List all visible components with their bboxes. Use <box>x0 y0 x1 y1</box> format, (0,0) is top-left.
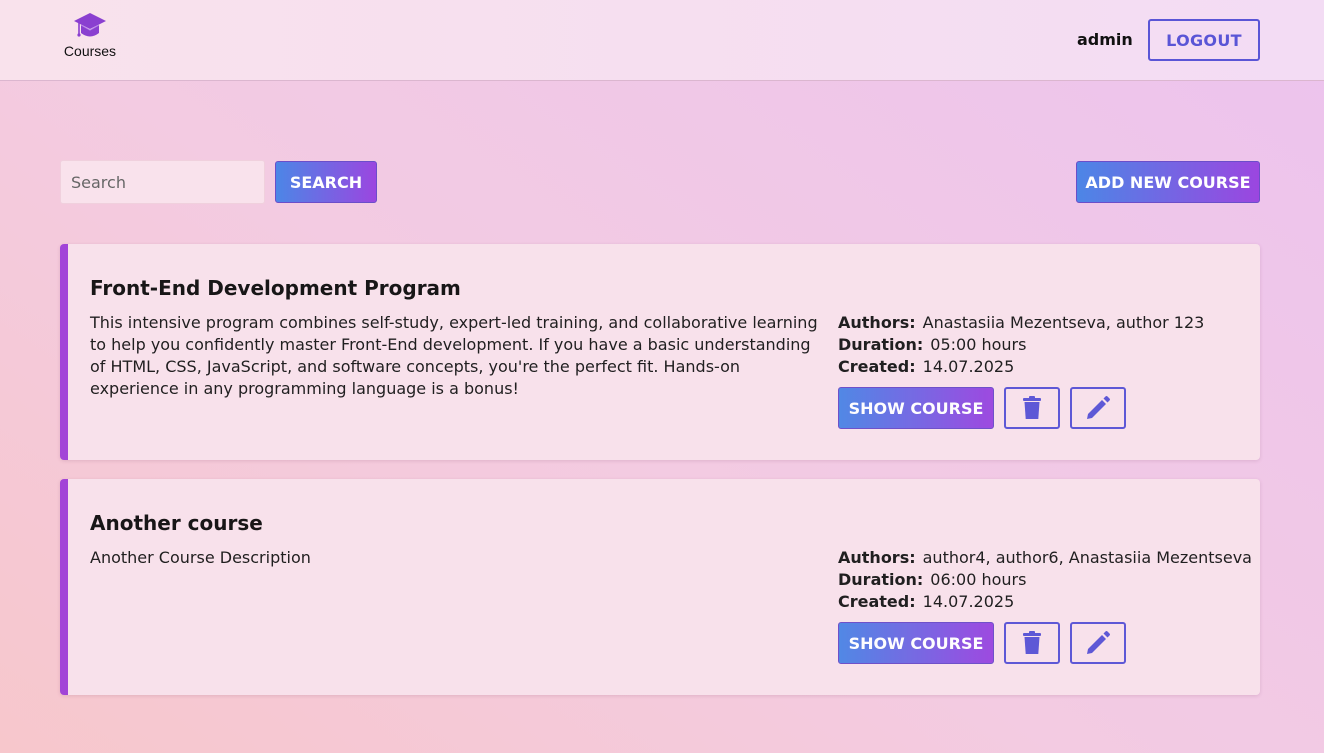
course-authors: Authors: Anastasiia Mezentseva, author 12… <box>838 312 1258 334</box>
course-description: This intensive program combines self-stu… <box>90 313 818 398</box>
authors-value: author4, author6, Anastasiia Mezentseva <box>922 548 1252 567</box>
course-created: Created: 14.07.2025 <box>838 591 1258 613</box>
delete-course-button[interactable] <box>1004 622 1060 664</box>
created-value: 14.07.2025 <box>922 357 1015 376</box>
course-description: Another Course Description <box>90 548 311 567</box>
created-value: 14.07.2025 <box>922 592 1015 611</box>
authors-label: Authors: <box>838 313 916 332</box>
logo[interactable]: Courses <box>60 12 120 64</box>
show-course-button[interactable]: SHOW COURSE <box>838 387 994 429</box>
created-label: Created: <box>838 357 916 376</box>
pencil-icon <box>1087 631 1110 654</box>
duration-label: Duration: <box>838 335 924 354</box>
authors-value: Anastasiia Mezentseva, author 123 <box>922 313 1205 332</box>
search-button[interactable]: SEARCH <box>275 161 377 203</box>
logout-button[interactable]: LOGOUT <box>1148 19 1260 61</box>
course-created: Created: 14.07.2025 <box>838 356 1258 378</box>
course-card: Front-End Development Program This inten… <box>60 244 1260 460</box>
search-input[interactable] <box>60 160 265 204</box>
course-meta: Authors: Anastasiia Mezentseva, author 12… <box>838 312 1258 378</box>
course-duration: Duration: 06:00 hours <box>838 569 1258 591</box>
course-title: Front-End Development Program <box>90 276 461 300</box>
created-label: Created: <box>838 592 916 611</box>
delete-course-button[interactable] <box>1004 387 1060 429</box>
duration-value: 06:00 hours <box>930 570 1027 589</box>
course-title: Another course <box>90 511 263 535</box>
add-new-course-button[interactable]: ADD NEW COURSE <box>1076 161 1260 203</box>
app-header: Courses admin LOGOUT <box>0 0 1324 81</box>
logo-text: Courses <box>63 43 117 59</box>
trash-icon <box>1023 631 1041 654</box>
edit-course-button[interactable] <box>1070 387 1126 429</box>
show-course-button[interactable]: SHOW COURSE <box>838 622 994 664</box>
course-duration: Duration: 05:00 hours <box>838 334 1258 356</box>
edit-course-button[interactable] <box>1070 622 1126 664</box>
graduation-cap-icon <box>74 13 106 37</box>
trash-icon <box>1023 396 1041 419</box>
pencil-icon <box>1087 396 1110 419</box>
authors-label: Authors: <box>838 548 916 567</box>
course-authors: Authors: author4, author6, Anastasiia Mez… <box>838 547 1258 569</box>
duration-label: Duration: <box>838 570 924 589</box>
course-card: Another course Another Course Descriptio… <box>60 479 1260 695</box>
username: admin <box>1077 30 1133 49</box>
duration-value: 05:00 hours <box>930 335 1027 354</box>
course-actions: SHOW COURSE <box>838 622 1126 664</box>
course-meta: Authors: author4, author6, Anastasiia Mez… <box>838 547 1258 613</box>
course-actions: SHOW COURSE <box>838 387 1126 429</box>
